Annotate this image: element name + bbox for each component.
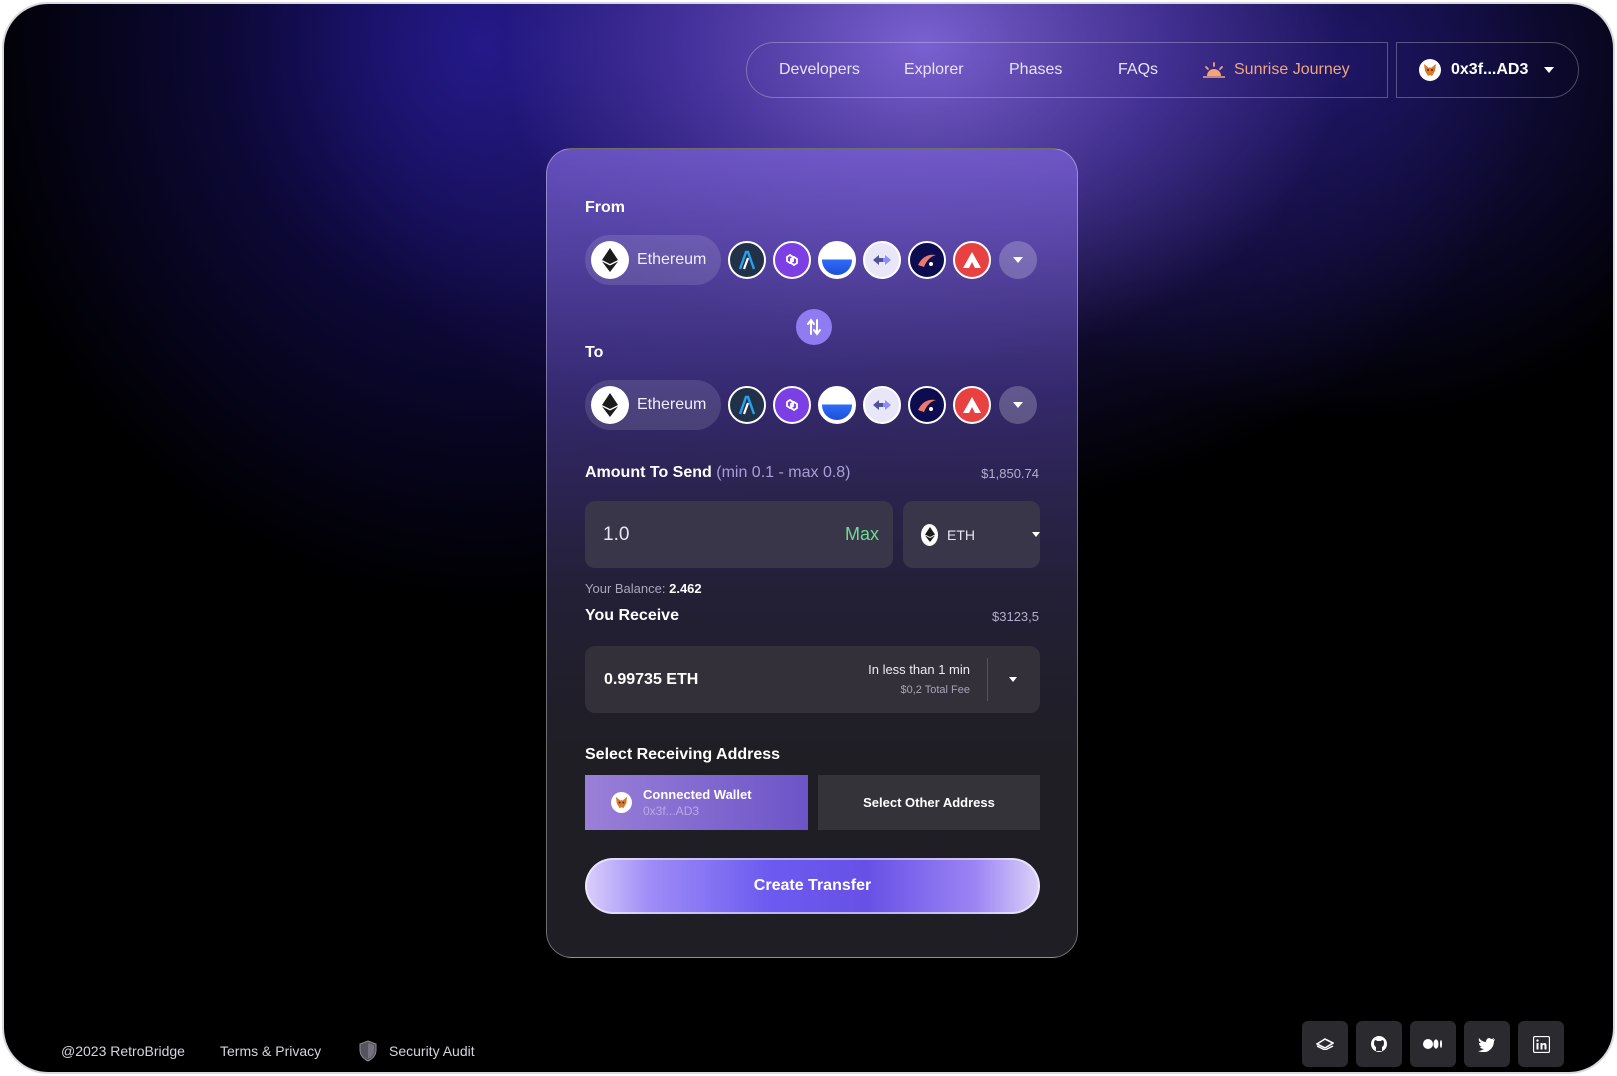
amount-usd: $1,850.74 xyxy=(981,466,1039,481)
bridge-card: From Ethereum To Ethereum Amount To Send… xyxy=(546,148,1078,958)
connected-wallet-title: Connected Wallet xyxy=(643,787,752,802)
starknet-icon[interactable] xyxy=(908,241,946,279)
amount-input[interactable]: 1.0 Max xyxy=(585,501,893,568)
balance-value: 2.462 xyxy=(669,581,702,596)
chevron-down-icon xyxy=(1544,67,1555,73)
top-nav: Developers Explorer Phases FAQs Sunrise … xyxy=(746,42,1388,98)
nav-developers[interactable]: Developers xyxy=(779,61,860,79)
to-more-networks-button[interactable] xyxy=(999,386,1037,424)
chevron-down-icon xyxy=(1013,402,1023,408)
amount-title: Amount To Send xyxy=(585,464,712,481)
linkedin-icon[interactable] xyxy=(1518,1021,1564,1067)
amount-label: Amount To Send (min 0.1 - max 0.8) xyxy=(585,464,851,482)
shield-icon xyxy=(359,1040,377,1062)
receive-time: In less than 1 min xyxy=(868,662,970,677)
zksync-icon[interactable] xyxy=(863,241,901,279)
receive-value: 0.99735 ETH xyxy=(604,670,699,688)
sunrise-icon xyxy=(1203,62,1225,78)
receive-label: You Receive xyxy=(585,607,679,624)
receive-fee: $0,2 Total Fee xyxy=(900,684,970,696)
zksync-icon[interactable] xyxy=(863,386,901,424)
wallet-button[interactable]: 0x3f...AD3 xyxy=(1396,42,1579,98)
divider xyxy=(987,658,988,701)
app-frame: Developers Explorer Phases FAQs Sunrise … xyxy=(2,2,1615,1074)
starknet-icon[interactable] xyxy=(908,386,946,424)
nav-phases[interactable]: Phases xyxy=(1009,61,1062,79)
receive-usd: $3123,5 xyxy=(992,609,1039,624)
chevron-down-icon xyxy=(1032,532,1040,537)
avalanche-icon[interactable] xyxy=(953,386,991,424)
polygon-icon[interactable] xyxy=(773,241,811,279)
wallet-address: 0x3f...AD3 xyxy=(1451,61,1529,78)
copyright: @2023 RetroBridge xyxy=(61,1043,185,1059)
create-transfer-button[interactable]: Create Transfer xyxy=(585,858,1040,914)
token-label: ETH xyxy=(947,526,975,543)
nav-sunrise-label: Sunrise Journey xyxy=(1234,61,1350,78)
from-chain-select[interactable]: Ethereum xyxy=(585,235,721,285)
nav-sunrise-journey[interactable]: Sunrise Journey xyxy=(1203,61,1350,79)
twitter-icon[interactable] xyxy=(1464,1021,1510,1067)
github-icon[interactable] xyxy=(1356,1021,1402,1067)
medium-icon[interactable] xyxy=(1410,1021,1456,1067)
nav-faqs[interactable]: FAQs xyxy=(1118,61,1158,79)
address-label: Select Receiving Address xyxy=(585,746,781,763)
polygon-icon[interactable] xyxy=(773,386,811,424)
chevron-down-icon xyxy=(1009,677,1017,682)
avalanche-icon[interactable] xyxy=(953,241,991,279)
metamask-icon xyxy=(1419,59,1441,81)
base-icon[interactable] xyxy=(818,241,856,279)
select-other-address-button[interactable]: Select Other Address xyxy=(818,775,1040,830)
ethereum-icon xyxy=(921,523,938,546)
connected-wallet-option[interactable]: Connected Wallet 0x3f...AD3 xyxy=(585,775,808,830)
from-more-networks-button[interactable] xyxy=(999,241,1037,279)
amount-range: (min 0.1 - max 0.8) xyxy=(716,464,851,481)
metamask-icon xyxy=(611,792,632,813)
nav-explorer[interactable]: Explorer xyxy=(904,61,964,79)
from-chain-label: Ethereum xyxy=(637,251,707,268)
ethereum-icon xyxy=(591,386,629,424)
base-icon[interactable] xyxy=(818,386,856,424)
arbitrum-icon[interactable] xyxy=(728,386,766,424)
from-label: From xyxy=(585,199,625,216)
token-select[interactable]: ETH xyxy=(903,501,1040,568)
to-chain-select[interactable]: Ethereum xyxy=(585,380,721,430)
terms-link[interactable]: Terms & Privacy xyxy=(220,1043,321,1059)
arbitrum-icon[interactable] xyxy=(728,241,766,279)
chevron-down-icon xyxy=(1013,257,1023,263)
amount-value: 1.0 xyxy=(603,523,630,545)
connected-wallet-address: 0x3f...AD3 xyxy=(643,804,700,818)
security-audit-link[interactable]: Security Audit xyxy=(359,1040,475,1062)
to-label: To xyxy=(585,344,604,361)
balance-label: Your Balance: xyxy=(585,581,666,596)
swap-direction-button[interactable] xyxy=(796,309,832,345)
route-dropdown-button[interactable] xyxy=(1009,677,1017,682)
receive-box: 0.99735 ETH In less than 1 min $0,2 Tota… xyxy=(585,646,1040,713)
gitbook-icon[interactable] xyxy=(1302,1021,1348,1067)
swap-icon xyxy=(807,318,821,336)
security-audit-label: Security Audit xyxy=(389,1043,475,1059)
to-chain-label: Ethereum xyxy=(637,396,707,413)
max-button[interactable]: Max xyxy=(845,524,879,545)
ethereum-icon xyxy=(591,241,629,279)
balance: Your Balance: 2.462 xyxy=(585,581,702,596)
